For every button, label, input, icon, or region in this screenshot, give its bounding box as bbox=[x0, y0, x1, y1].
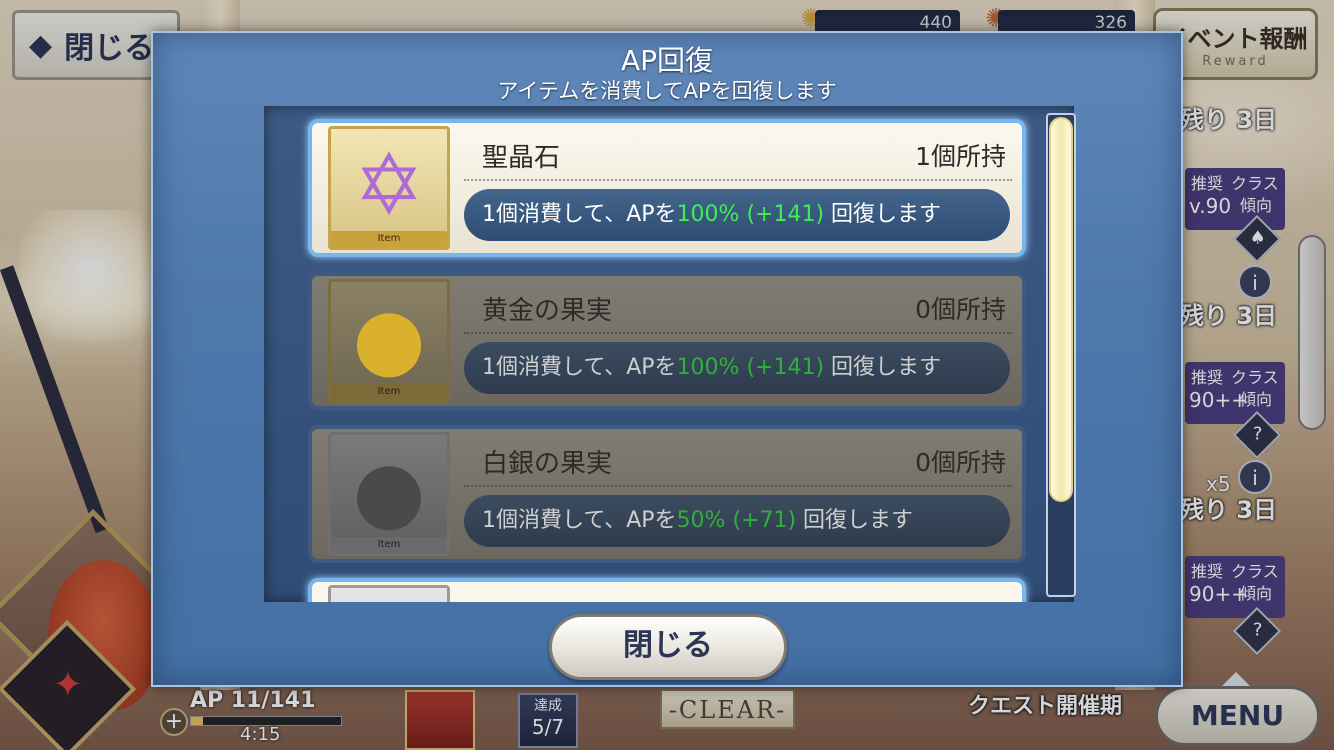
item-tag: Item bbox=[331, 231, 447, 247]
recovery-item-golden-apple[interactable]: ● Item 黄金の果実 0個所持 1個消費して、APを100% (+141) … bbox=[308, 272, 1026, 410]
item-name: 白銀の果実 bbox=[482, 449, 613, 479]
recovery-item-saint-quartz[interactable]: ✡ Item 聖晶石 1個所持 1個消費して、APを100% (+141) 回復… bbox=[308, 119, 1026, 257]
item-name: 黄金の果実 bbox=[482, 296, 613, 326]
item-thumbnail: ✡ Item bbox=[328, 126, 450, 250]
item-name: 聖晶石 bbox=[482, 143, 561, 173]
saint-quartz-icon: ✡ bbox=[353, 136, 425, 234]
scrollbar-thumb[interactable] bbox=[1049, 117, 1073, 502]
item-list-scrollbar[interactable] bbox=[1046, 113, 1076, 597]
recovery-amount: 50% (+71) bbox=[676, 508, 797, 533]
close-button[interactable]: 閉じる bbox=[549, 614, 787, 680]
item-description: 1個消費して、APを50% (+71) 回復します bbox=[464, 495, 1010, 547]
desc-prefix: 1個消費して、APを bbox=[482, 508, 677, 533]
desc-suffix: 回復します bbox=[824, 202, 942, 227]
divider bbox=[464, 485, 1012, 487]
recovery-item-partial[interactable] bbox=[308, 578, 1026, 602]
divider bbox=[464, 332, 1012, 334]
item-thumbnail: ● Item bbox=[328, 432, 450, 556]
item-thumbnail: ● Item bbox=[328, 279, 450, 403]
ap-recovery-dialog: AP回復 アイテムを消費してAPを回復します ✡ Item 聖晶石 1個所持 1… bbox=[151, 31, 1183, 687]
item-thumbnail bbox=[328, 585, 450, 602]
item-tag: Item bbox=[331, 537, 447, 553]
silver-apple-icon: ● bbox=[352, 442, 426, 540]
desc-prefix: 1個消費して、APを bbox=[482, 202, 677, 227]
desc-suffix: 回復します bbox=[796, 508, 914, 533]
item-owned-count: 1個所持 bbox=[915, 142, 1006, 171]
recovery-amount: 100% (+141) bbox=[676, 202, 825, 227]
recovery-item-silver-apple[interactable]: ● Item 白銀の果実 0個所持 1個消費して、APを50% (+71) 回復… bbox=[308, 425, 1026, 563]
recovery-amount: 100% (+141) bbox=[676, 355, 825, 380]
recovery-item-list[interactable]: ✡ Item 聖晶石 1個所持 1個消費して、APを100% (+141) 回復… bbox=[264, 106, 1074, 602]
item-description: 1個消費して、APを100% (+141) 回復します bbox=[464, 342, 1010, 394]
item-description: 1個消費して、APを100% (+141) 回復します bbox=[464, 189, 1010, 241]
desc-prefix: 1個消費して、APを bbox=[482, 355, 677, 380]
item-owned-count: 0個所持 bbox=[915, 448, 1006, 477]
desc-suffix: 回復します bbox=[824, 355, 942, 380]
item-owned-count: 0個所持 bbox=[915, 295, 1006, 324]
dialog-title: AP回復 bbox=[620, 44, 714, 77]
golden-apple-icon: ● bbox=[352, 289, 426, 387]
dialog-subtitle: アイテムを消費してAPを回復します bbox=[497, 79, 837, 103]
item-tag: Item bbox=[331, 384, 447, 400]
divider bbox=[464, 179, 1012, 181]
